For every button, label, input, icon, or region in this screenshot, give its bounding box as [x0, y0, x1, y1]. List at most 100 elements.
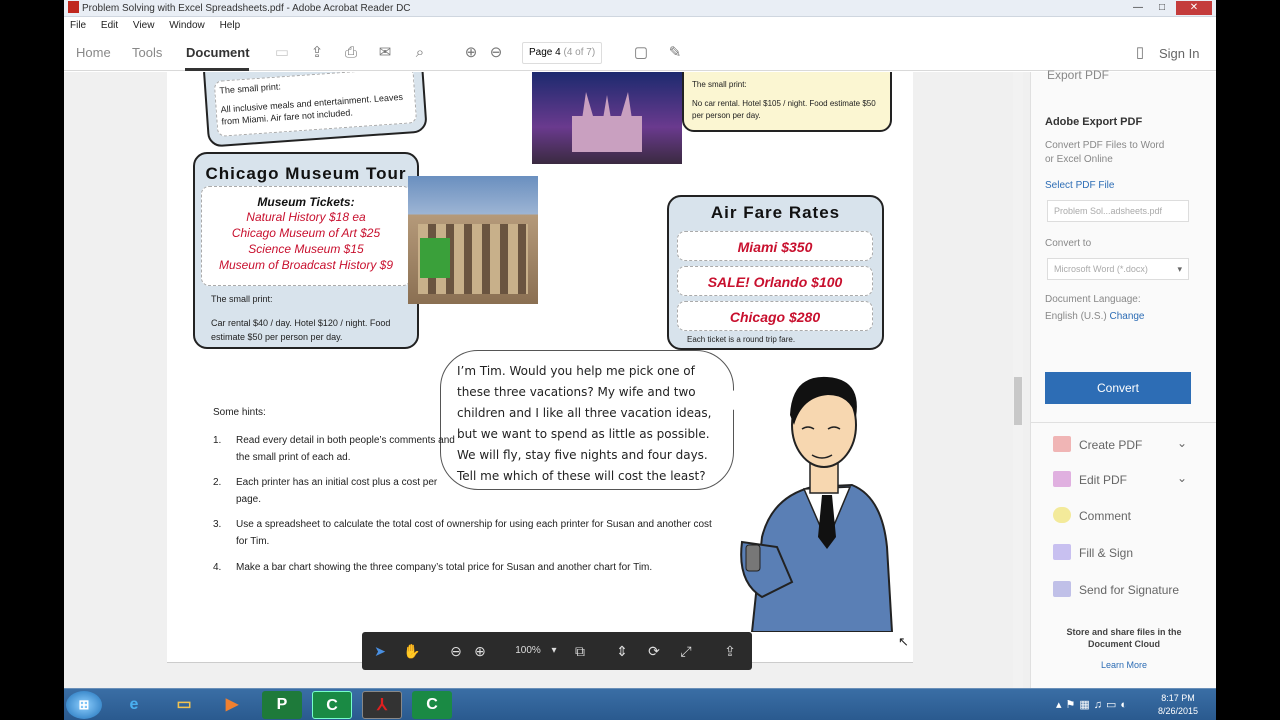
chevron-down-icon[interactable]: ⌄: [1177, 436, 1187, 450]
orlando-small-print: No car rental. Hotel $105 / night. Food …: [692, 99, 876, 120]
scrollbar-thumb[interactable]: [1014, 377, 1022, 425]
orlando-card: The small print: No car rental. Hotel $1…: [682, 72, 892, 132]
internet-explorer-icon[interactable]: e: [114, 691, 154, 719]
zoom-in-icon[interactable]: ⊕: [470, 641, 490, 661]
minimize-button[interactable]: —: [1128, 1, 1148, 15]
camtasia-recorder-icon[interactable]: C: [412, 691, 452, 719]
tab-document[interactable]: Document: [186, 45, 250, 60]
media-player-icon[interactable]: ▶: [212, 691, 252, 719]
disney-small-print-box: The small print: All inclusive meals and…: [213, 72, 418, 137]
fit-width-icon[interactable]: ⇕: [612, 641, 632, 661]
convert-button[interactable]: Convert: [1045, 372, 1191, 404]
mobile-link-icon[interactable]: ▯: [1130, 44, 1150, 62]
tab-tools[interactable]: Tools: [132, 45, 162, 60]
learn-more-link[interactable]: Learn More: [1031, 660, 1216, 670]
museum-banner: [420, 238, 450, 278]
tool-label: Fill & Sign: [1079, 546, 1134, 560]
fullscreen-icon[interactable]: ⤢: [676, 641, 696, 661]
chevron-down-icon[interactable]: ⌄: [1177, 471, 1187, 485]
rotate-icon[interactable]: ⟳: [644, 641, 664, 661]
active-tab-indicator: [185, 68, 249, 71]
airfare-title: Air Fare Rates: [710, 203, 841, 222]
zoom-out-icon[interactable]: ⊖: [446, 641, 466, 661]
acrobat-icon: [68, 1, 79, 13]
search-icon[interactable]: ⌕: [410, 44, 430, 62]
convert-format-select[interactable]: Microsoft Word (*.docx) ▾: [1047, 258, 1189, 280]
document-cloud-text: Store and share files in the Document Cl…: [1066, 627, 1182, 649]
windows-taskbar: ⊞ e ▭ ▶ P C ⅄ C ▴⚑▦♫▭◐ 8:17 PM 8/26/2015: [64, 688, 1216, 720]
comment-icon: [1053, 507, 1071, 523]
page-view-icon[interactable]: ⧉: [570, 641, 590, 661]
hint-text: Use a spreadsheet to calculate the total…: [236, 519, 712, 547]
save-icon[interactable]: ▭: [272, 44, 292, 62]
title-bar: Problem Solving with Excel Spreadsheets.…: [64, 0, 1216, 17]
menu-file[interactable]: File: [70, 20, 86, 31]
document-scrollbar[interactable]: [1013, 72, 1023, 688]
airfare-card: Air Fare Rates Miami $350 SALE! Orlando …: [667, 195, 884, 350]
upload-icon[interactable]: ⇪: [307, 44, 327, 62]
pdf-file-field[interactable]: Problem Sol...adsheets.pdf: [1047, 200, 1189, 222]
phone: [745, 544, 761, 572]
panel-divider: [1031, 422, 1216, 423]
tool-fill-sign[interactable]: Fill & Sign: [1053, 544, 1133, 560]
pen-icon[interactable]: ✎: [665, 44, 685, 62]
select-pdf-link[interactable]: Select PDF File: [1045, 180, 1114, 191]
share-icon[interactable]: ⇪: [720, 641, 740, 661]
export-description: Convert PDF Files to Word or Excel Onlin…: [1045, 140, 1165, 165]
export-pdf-header[interactable]: Export PDF: [1047, 68, 1109, 82]
export-panel-title: Adobe Export PDF: [1045, 116, 1143, 128]
chicago-small-print-heading: The small print:: [211, 294, 273, 304]
start-button[interactable]: ⊞: [66, 691, 102, 719]
email-icon[interactable]: ✉: [375, 44, 395, 62]
menu-window[interactable]: Window: [169, 20, 205, 31]
floating-toolbar: ➤ ✋ ⊖ ⊕ 100% ▾ ⧉ ⇕ ⟳ ⤢ ⇪: [362, 632, 752, 670]
rate-chicago: Chicago $280: [677, 301, 873, 331]
hand-tool-icon[interactable]: ✋: [402, 641, 422, 661]
send-signature-icon: [1053, 581, 1071, 597]
select-tool-icon[interactable]: ➤: [370, 641, 390, 661]
tool-send-signature[interactable]: Send for Signature: [1053, 581, 1179, 597]
print-icon[interactable]: ⎙: [341, 44, 361, 62]
fill-sign-icon: [1053, 544, 1071, 560]
menu-view[interactable]: View: [133, 20, 155, 31]
comment-icon[interactable]: ▢: [631, 44, 651, 62]
hint-number: 2.: [213, 477, 222, 488]
tickets-heading: Museum Tickets:: [257, 195, 355, 209]
camtasia-icon[interactable]: C: [312, 691, 352, 719]
maximize-button[interactable]: □: [1152, 1, 1172, 15]
project-app-icon[interactable]: P: [262, 691, 302, 719]
page-down-icon[interactable]: ⊖: [486, 44, 506, 62]
convert-format-value: Microsoft Word (*.docx): [1054, 264, 1148, 274]
hints-heading: Some hints:: [213, 407, 266, 418]
clock-time: 8:17 PM: [1161, 693, 1195, 703]
tab-home[interactable]: Home: [76, 45, 111, 60]
hint-item: 4. Make a bar chart showing the three com…: [213, 559, 733, 576]
speech-bubble: I’m Tim. Would you help me pick one of t…: [440, 350, 734, 490]
ticket-art: Chicago Museum of Art $25: [231, 226, 381, 240]
clock[interactable]: 8:17 PM 8/26/2015: [1148, 692, 1208, 718]
tool-create-pdf[interactable]: Create PDF: [1053, 436, 1142, 452]
convert-to-label: Convert to: [1045, 238, 1092, 249]
language-value: English (U.S.) Change: [1045, 311, 1145, 322]
system-tray-icons[interactable]: ▴⚑▦♫▭◐: [1056, 698, 1131, 711]
page-up-icon[interactable]: ⊕: [461, 44, 481, 62]
page-number-input[interactable]: Page 4 (4 of 7): [522, 42, 602, 64]
businessman-illustration: [740, 376, 894, 632]
tool-comment[interactable]: Comment: [1053, 507, 1131, 523]
hint-text: Each printer has an initial cost plus a …: [236, 477, 438, 505]
acrobat-taskbar-icon[interactable]: ⅄: [362, 691, 402, 719]
document-language-label: Document Language:: [1045, 294, 1141, 305]
sign-in-button[interactable]: Sign In: [1159, 46, 1199, 61]
menu-help[interactable]: Help: [220, 20, 241, 31]
main-toolbar: Home Tools Document ▭ ⇪ ⎙ ✉ ⌕ ⊕ ⊖ Page 4…: [64, 35, 1216, 71]
chicago-small-print: Car rental $40 / day. Hotel $120 / night…: [211, 318, 391, 342]
clock-date: 8/26/2015: [1157, 706, 1199, 716]
menu-edit[interactable]: Edit: [101, 20, 118, 31]
hint-text: Read every detail in both people’s comme…: [236, 435, 455, 463]
chevron-down-icon[interactable]: ▾: [544, 641, 564, 661]
file-explorer-icon[interactable]: ▭: [164, 691, 204, 719]
castle-shape: [572, 92, 642, 152]
change-language-link[interactable]: Change: [1109, 311, 1144, 322]
tool-edit-pdf[interactable]: Edit PDF: [1053, 471, 1127, 487]
close-button[interactable]: ✕: [1176, 1, 1212, 15]
